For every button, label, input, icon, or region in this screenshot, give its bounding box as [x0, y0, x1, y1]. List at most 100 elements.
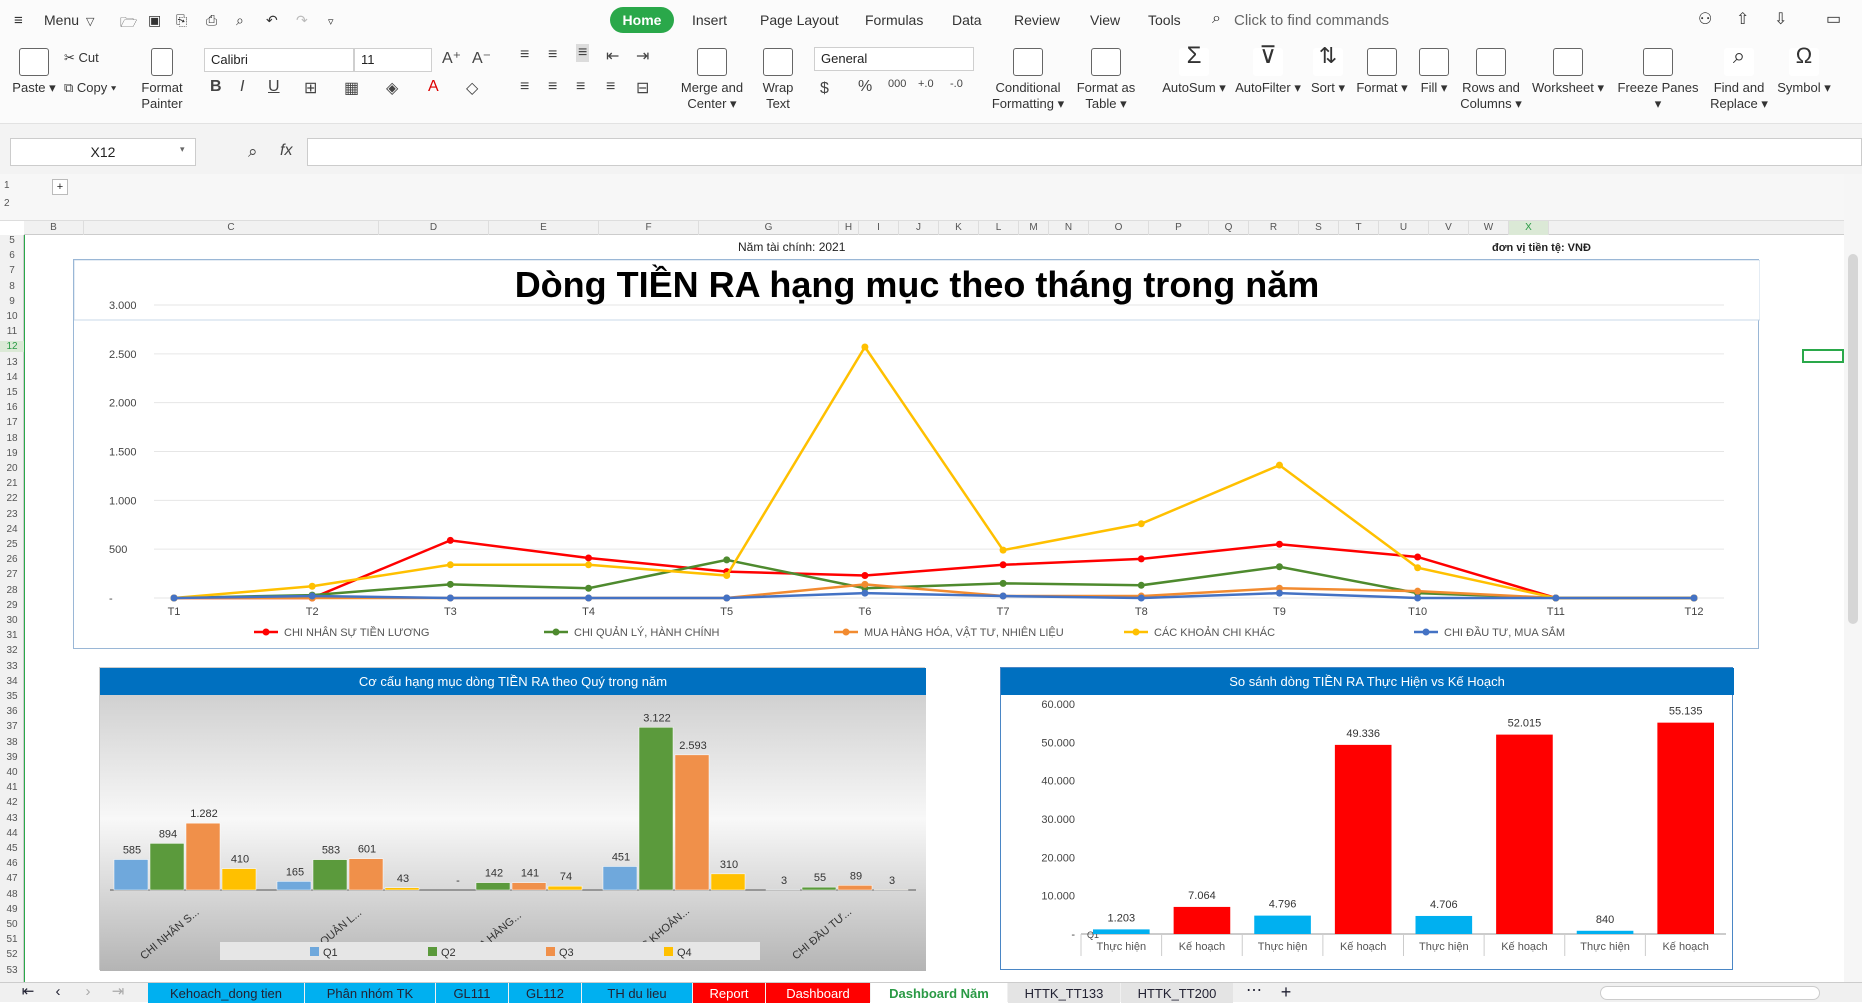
- row-header-7[interactable]: 7: [0, 265, 24, 276]
- row-header-19[interactable]: 19: [0, 448, 24, 459]
- cut-button[interactable]: ✂ Cut: [64, 50, 99, 66]
- align-center-icon[interactable]: ≡: [548, 78, 557, 96]
- font-size-select[interactable]: 11: [354, 48, 432, 72]
- sheet-tab-httk-tt200[interactable]: HTTK_TT200: [1121, 983, 1233, 1003]
- row-header-23[interactable]: 23: [0, 509, 24, 520]
- row-header-10[interactable]: 10: [0, 311, 24, 322]
- copy-button[interactable]: ⧉ Copy ▾: [64, 80, 116, 96]
- justify-icon[interactable]: ≡: [606, 78, 615, 96]
- sheet-tab-th-du-lieu[interactable]: TH du lieu: [582, 983, 692, 1003]
- print-preview-icon[interactable]: ⌕: [236, 12, 244, 29]
- font-name-select[interactable]: Calibri: [204, 48, 354, 72]
- row-header-41[interactable]: 41: [0, 782, 24, 793]
- column-header-r[interactable]: R: [1249, 221, 1299, 235]
- row-header-11[interactable]: 11: [0, 326, 24, 337]
- collapse-ribbon-icon[interactable]: ⇩: [1774, 9, 1787, 29]
- tab-review[interactable]: Review: [1014, 12, 1060, 28]
- column-header-e[interactable]: E: [489, 221, 599, 235]
- export-icon[interactable]: ⎘: [176, 12, 187, 29]
- sheet-tab-dashboard[interactable]: Dashboard: [766, 983, 870, 1003]
- worksheet-button[interactable]: Worksheet ▾: [1530, 48, 1606, 96]
- open-folder-icon[interactable]: 🗁: [120, 12, 137, 36]
- tab-tools[interactable]: Tools: [1148, 12, 1181, 28]
- row-header-48[interactable]: 48: [0, 889, 24, 900]
- align-left-icon[interactable]: ≡: [520, 78, 529, 96]
- conditional-formatting-button[interactable]: ConditionalFormatting ▾: [990, 48, 1066, 112]
- sheet-tab-dashboard-nam[interactable]: Dashboard Năm: [871, 983, 1007, 1003]
- formula-input[interactable]: [307, 138, 1862, 166]
- print-icon[interactable]: ⎙: [206, 12, 217, 29]
- tab-data[interactable]: Data: [952, 12, 982, 28]
- undo-icon[interactable]: ↶: [266, 12, 278, 29]
- row-header-13[interactable]: 13: [0, 357, 24, 368]
- column-header-i[interactable]: I: [859, 221, 899, 235]
- row-header-37[interactable]: 37: [0, 721, 24, 732]
- tab-insert[interactable]: Insert: [692, 12, 727, 28]
- row-header-39[interactable]: 39: [0, 752, 24, 763]
- row-header-46[interactable]: 46: [0, 858, 24, 869]
- row-header-42[interactable]: 42: [0, 797, 24, 808]
- selected-cell-x12[interactable]: [1802, 349, 1844, 363]
- row-header-26[interactable]: 26: [0, 554, 24, 565]
- row-header-43[interactable]: 43: [0, 813, 24, 824]
- align-bottom-icon[interactable]: ≡: [576, 44, 589, 62]
- column-header-j[interactable]: J: [899, 221, 939, 235]
- autofilter-button[interactable]: ⊽AutoFilter ▾: [1234, 48, 1302, 96]
- font-color-icon[interactable]: A: [428, 78, 439, 96]
- row-header-49[interactable]: 49: [0, 904, 24, 915]
- row-header-32[interactable]: 32: [0, 645, 24, 656]
- paste-button[interactable]: Paste ▾: [10, 48, 58, 96]
- column-header-b[interactable]: B: [24, 221, 84, 235]
- indent-decrease-icon[interactable]: ⇤: [606, 46, 619, 66]
- format-painter-button[interactable]: FormatPainter: [138, 48, 186, 112]
- command-search[interactable]: Click to find commands: [1234, 12, 1389, 29]
- line-chart-container[interactable]: -5001.0001.5002.0002.5003.000T1T2T3T4T5T…: [73, 259, 1759, 649]
- merge-center-button[interactable]: Merge andCenter ▾: [676, 48, 748, 112]
- row-header-8[interactable]: 8: [0, 281, 24, 292]
- format-button[interactable]: Format ▾: [1356, 48, 1408, 96]
- user-icon[interactable]: ⚇: [1698, 9, 1712, 29]
- column-header-m[interactable]: M: [1019, 221, 1049, 235]
- distributed-icon[interactable]: ⊟: [636, 78, 649, 98]
- increase-font-icon[interactable]: A⁺: [442, 48, 461, 68]
- outline-level-1[interactable]: 1: [4, 180, 10, 191]
- row-header-51[interactable]: 51: [0, 934, 24, 945]
- quarter-chart-container[interactable]: Cơ cấu hạng mục dòng TIỀN RA theo Quý tr…: [99, 667, 925, 970]
- borders-icon[interactable]: ⊞: [304, 78, 317, 98]
- row-header-21[interactable]: 21: [0, 478, 24, 489]
- more-sheets-icon[interactable]: ⋯: [1244, 983, 1264, 1003]
- percent-icon[interactable]: %: [858, 78, 872, 96]
- row-header-16[interactable]: 16: [0, 402, 24, 413]
- sheet-tab-gl112[interactable]: GL112: [509, 983, 581, 1003]
- align-top-icon[interactable]: ≡: [520, 46, 529, 64]
- freeze-panes-button[interactable]: Freeze Panes ▾: [1614, 48, 1702, 112]
- column-header-o[interactable]: O: [1089, 221, 1149, 235]
- column-header-g[interactable]: G: [699, 221, 839, 235]
- column-header-d[interactable]: D: [379, 221, 489, 235]
- wrap-text-button[interactable]: WrapText: [756, 48, 800, 112]
- symbol-button[interactable]: ΩSymbol ▾: [1776, 48, 1832, 96]
- align-right-icon[interactable]: ≡: [576, 78, 585, 96]
- row-header-47[interactable]: 47: [0, 873, 24, 884]
- underline-button[interactable]: U: [268, 78, 280, 96]
- column-header-q[interactable]: Q: [1209, 221, 1249, 235]
- add-sheet-icon[interactable]: +: [1276, 983, 1296, 1003]
- horizontal-scrollbar[interactable]: [1600, 986, 1820, 1000]
- zoom-formula-icon[interactable]: ⌕: [248, 142, 258, 162]
- row-header-28[interactable]: 28: [0, 585, 24, 596]
- row-header-18[interactable]: 18: [0, 433, 24, 444]
- align-middle-icon[interactable]: ≡: [548, 46, 557, 64]
- column-header-u[interactable]: U: [1379, 221, 1429, 235]
- function-icon[interactable]: fx: [280, 142, 292, 160]
- tab-view[interactable]: View: [1090, 12, 1120, 28]
- format-as-table-button[interactable]: Format asTable ▾: [1074, 48, 1138, 112]
- row-header-50[interactable]: 50: [0, 919, 24, 930]
- prev-sheet-icon[interactable]: ‹: [48, 983, 68, 1003]
- row-header-35[interactable]: 35: [0, 691, 24, 702]
- row-header-40[interactable]: 40: [0, 767, 24, 778]
- share-icon[interactable]: ⇧: [1736, 9, 1749, 29]
- sort-button[interactable]: ⇅Sort ▾: [1308, 48, 1348, 96]
- tab-page-layout[interactable]: Page Layout: [760, 12, 839, 28]
- row-header-9[interactable]: 9: [0, 296, 24, 307]
- decrease-decimal-icon[interactable]: -.0: [950, 78, 963, 90]
